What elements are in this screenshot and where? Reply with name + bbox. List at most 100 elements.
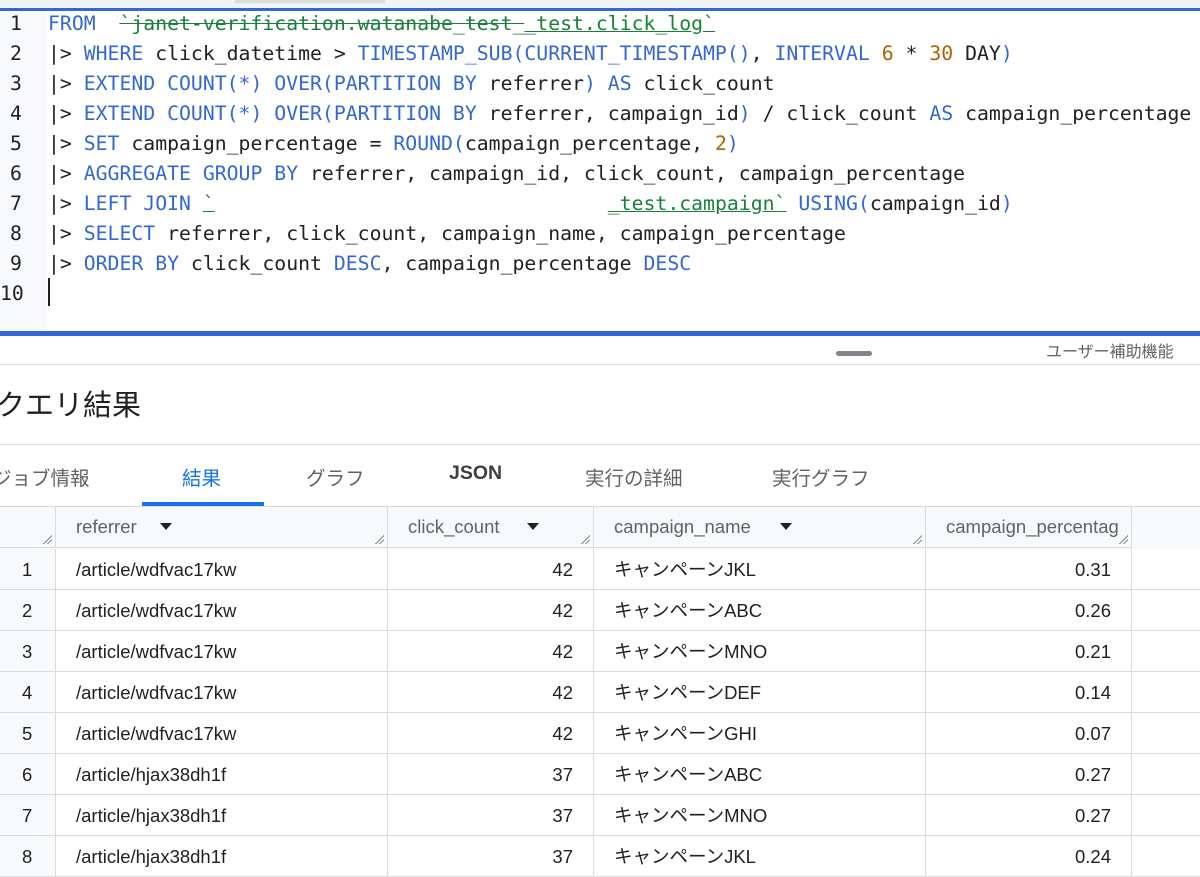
sort-caret-icon[interactable] bbox=[527, 523, 539, 530]
cell-campaign-percentage[interactable]: 0.24 bbox=[926, 836, 1132, 877]
tab-results[interactable]: 結果 bbox=[182, 462, 221, 491]
sort-caret-icon[interactable] bbox=[160, 523, 172, 530]
row-number: 2 bbox=[0, 590, 56, 631]
table-row[interactable]: 3 /article/wdfvac17kw 42 キャンペーンMNO 0.21 bbox=[0, 631, 1200, 672]
cell-campaign-percentage[interactable]: 0.31 bbox=[926, 549, 1132, 590]
code-text[interactable]: |> LEFT JOIN ` _test.campaign` USING(cam… bbox=[48, 189, 1013, 219]
cell-campaign-name[interactable]: キャンペーンMNO bbox=[594, 795, 926, 836]
code-text[interactable]: |> ORDER BY click_count DESC, campaign_p… bbox=[48, 249, 691, 279]
cell-click-count[interactable]: 42 bbox=[388, 590, 594, 631]
table-row[interactable]: 6 /article/hjax38dh1f 37 キャンペーンABC 0.27 bbox=[0, 754, 1200, 795]
table-row[interactable]: 2 /article/wdfvac17kw 42 キャンペーンABC 0.26 bbox=[0, 590, 1200, 631]
column-resize-icon[interactable] bbox=[375, 535, 384, 544]
cell-click-count[interactable]: 42 bbox=[388, 631, 594, 672]
code-token: * bbox=[893, 42, 930, 65]
cell-campaign-name[interactable]: キャンペーンJKL bbox=[594, 836, 926, 877]
code-token: referrer, click_count, campaign_name, ca… bbox=[155, 222, 846, 245]
tab-json[interactable]: JSON bbox=[449, 462, 502, 485]
line-number: 7 bbox=[10, 192, 22, 215]
line-number: 2 bbox=[10, 42, 22, 65]
results-title: クエリ結果 bbox=[0, 390, 142, 422]
cell-click-count[interactable]: 37 bbox=[388, 836, 594, 877]
cell-referrer[interactable]: /article/wdfvac17kw bbox=[56, 549, 388, 590]
code-token: FROM bbox=[48, 12, 96, 35]
table-row[interactable]: 5 /article/wdfvac17kw 42 キャンペーンGHI 0.07 bbox=[0, 713, 1200, 754]
cell-campaign-percentage[interactable]: 0.26 bbox=[926, 590, 1132, 631]
empty-cell bbox=[1132, 631, 1200, 672]
column-resize-icon[interactable] bbox=[581, 535, 590, 544]
cell-referrer[interactable]: /article/wdfvac17kw bbox=[56, 713, 388, 754]
column-resize-icon[interactable] bbox=[43, 535, 52, 544]
cell-campaign-percentage[interactable]: 0.27 bbox=[926, 795, 1132, 836]
empty-cell bbox=[1132, 549, 1200, 590]
code-token: click_count bbox=[631, 72, 775, 95]
code-token: EXTEND COUNT(*) OVER(PARTITION BY bbox=[83, 72, 477, 95]
drag-handle-icon[interactable] bbox=[836, 351, 872, 356]
code-text[interactable]: |> EXTEND COUNT(*) OVER(PARTITION BY ref… bbox=[48, 69, 775, 99]
code-text[interactable]: |> AGGREGATE GROUP BY referrer, campaign… bbox=[48, 159, 965, 189]
cell-referrer[interactable]: /article/hjax38dh1f bbox=[56, 836, 388, 877]
table-row[interactable]: 7 /article/hjax38dh1f 37 キャンペーンMNO 0.27 bbox=[0, 795, 1200, 836]
empty-cell bbox=[1132, 672, 1200, 713]
column-header-campaign-percentage[interactable]: campaign_percentag bbox=[926, 507, 1132, 548]
cell-campaign-name[interactable]: キャンペーンDEF bbox=[594, 672, 926, 713]
cell-click-count[interactable]: 42 bbox=[388, 672, 594, 713]
table-row[interactable]: 1 /article/wdfvac17kw 42 キャンペーンJKL 0.31 bbox=[0, 549, 1200, 590]
cell-campaign-name[interactable]: キャンペーンGHI bbox=[594, 713, 926, 754]
code-token: |> bbox=[48, 252, 84, 275]
cell-referrer[interactable]: /article/wdfvac17kw bbox=[56, 672, 388, 713]
column-resize-icon[interactable] bbox=[1119, 535, 1128, 544]
cell-campaign-percentage[interactable]: 0.07 bbox=[926, 713, 1132, 754]
cell-referrer[interactable]: /article/wdfvac17kw bbox=[56, 631, 388, 672]
code-token: |> bbox=[48, 72, 84, 95]
code-token: |> bbox=[48, 42, 84, 65]
column-resize-icon[interactable] bbox=[913, 535, 922, 544]
code-token: AS bbox=[929, 102, 954, 125]
table-row[interactable]: 4 /article/wdfvac17kw 42 キャンペーンDEF 0.14 bbox=[0, 672, 1200, 713]
cell-campaign-name[interactable]: キャンペーンABC bbox=[594, 754, 926, 795]
row-number: 1 bbox=[0, 549, 56, 590]
cell-referrer[interactable]: /article/hjax38dh1f bbox=[56, 795, 388, 836]
empty-cell bbox=[1132, 754, 1200, 795]
code-token: ORDER BY bbox=[83, 252, 180, 275]
code-token: _test.click_log` bbox=[524, 12, 715, 35]
code-token: |> bbox=[48, 222, 84, 245]
table-row[interactable]: 8 /article/hjax38dh1f 37 キャンペーンJKL 0.24 bbox=[0, 836, 1200, 877]
cell-click-count[interactable]: 42 bbox=[388, 713, 594, 754]
code-token: _test.campaign` bbox=[607, 192, 787, 215]
cell-campaign-name[interactable]: キャンペーンJKL bbox=[594, 549, 926, 590]
accessibility-link[interactable]: ユーザー補助機能 bbox=[1046, 338, 1174, 362]
table-header: referrer click_count campaign_name campa… bbox=[0, 507, 1200, 549]
cell-referrer[interactable]: /article/wdfvac17kw bbox=[56, 590, 388, 631]
cell-click-count[interactable]: 42 bbox=[388, 549, 594, 590]
code-text[interactable]: |> SELECT referrer, click_count, campaig… bbox=[48, 219, 846, 249]
tab-chart[interactable]: グラフ bbox=[306, 462, 365, 491]
editor-tab-edge bbox=[235, 0, 385, 3]
code-text[interactable]: |> WHERE click_datetime > TIMESTAMP_SUB(… bbox=[48, 39, 1013, 69]
code-text[interactable]: FROM `janet-verification.watanabe_test__… bbox=[48, 9, 715, 39]
cell-campaign-percentage[interactable]: 0.21 bbox=[926, 631, 1132, 672]
cell-referrer[interactable]: /article/hjax38dh1f bbox=[56, 754, 388, 795]
cell-click-count[interactable]: 37 bbox=[388, 795, 594, 836]
tab-job-info[interactable]: ジョブ情報 bbox=[0, 462, 90, 491]
cell-campaign-name[interactable]: キャンペーンABC bbox=[594, 590, 926, 631]
cell-campaign-percentage[interactable]: 0.14 bbox=[926, 672, 1132, 713]
sort-caret-icon[interactable] bbox=[780, 523, 792, 530]
tab-execution-graph[interactable]: 実行グラフ bbox=[772, 462, 870, 491]
column-header-click-count[interactable]: click_count bbox=[388, 507, 594, 548]
cell-click-count[interactable]: 37 bbox=[388, 754, 594, 795]
cell-campaign-percentage[interactable]: 0.27 bbox=[926, 754, 1132, 795]
cell-campaign-name[interactable]: キャンペーンMNO bbox=[594, 631, 926, 672]
column-header-campaign-name[interactable]: campaign_name bbox=[594, 507, 926, 548]
code-text[interactable]: |> SET campaign_percentage = ROUND(campa… bbox=[48, 129, 739, 159]
code-token: campaign_id bbox=[869, 192, 1001, 215]
sql-editor[interactable]: 1 FROM `janet-verification.watanabe_test_… bbox=[0, 0, 1200, 336]
column-header-referrer[interactable]: referrer bbox=[56, 507, 388, 548]
code-text[interactable]: |> EXTEND COUNT(*) OVER(PARTITION BY ref… bbox=[48, 99, 1191, 129]
column-header-label: campaign_name bbox=[614, 516, 751, 537]
tab-execution-details[interactable]: 実行の詳細 bbox=[585, 462, 683, 491]
